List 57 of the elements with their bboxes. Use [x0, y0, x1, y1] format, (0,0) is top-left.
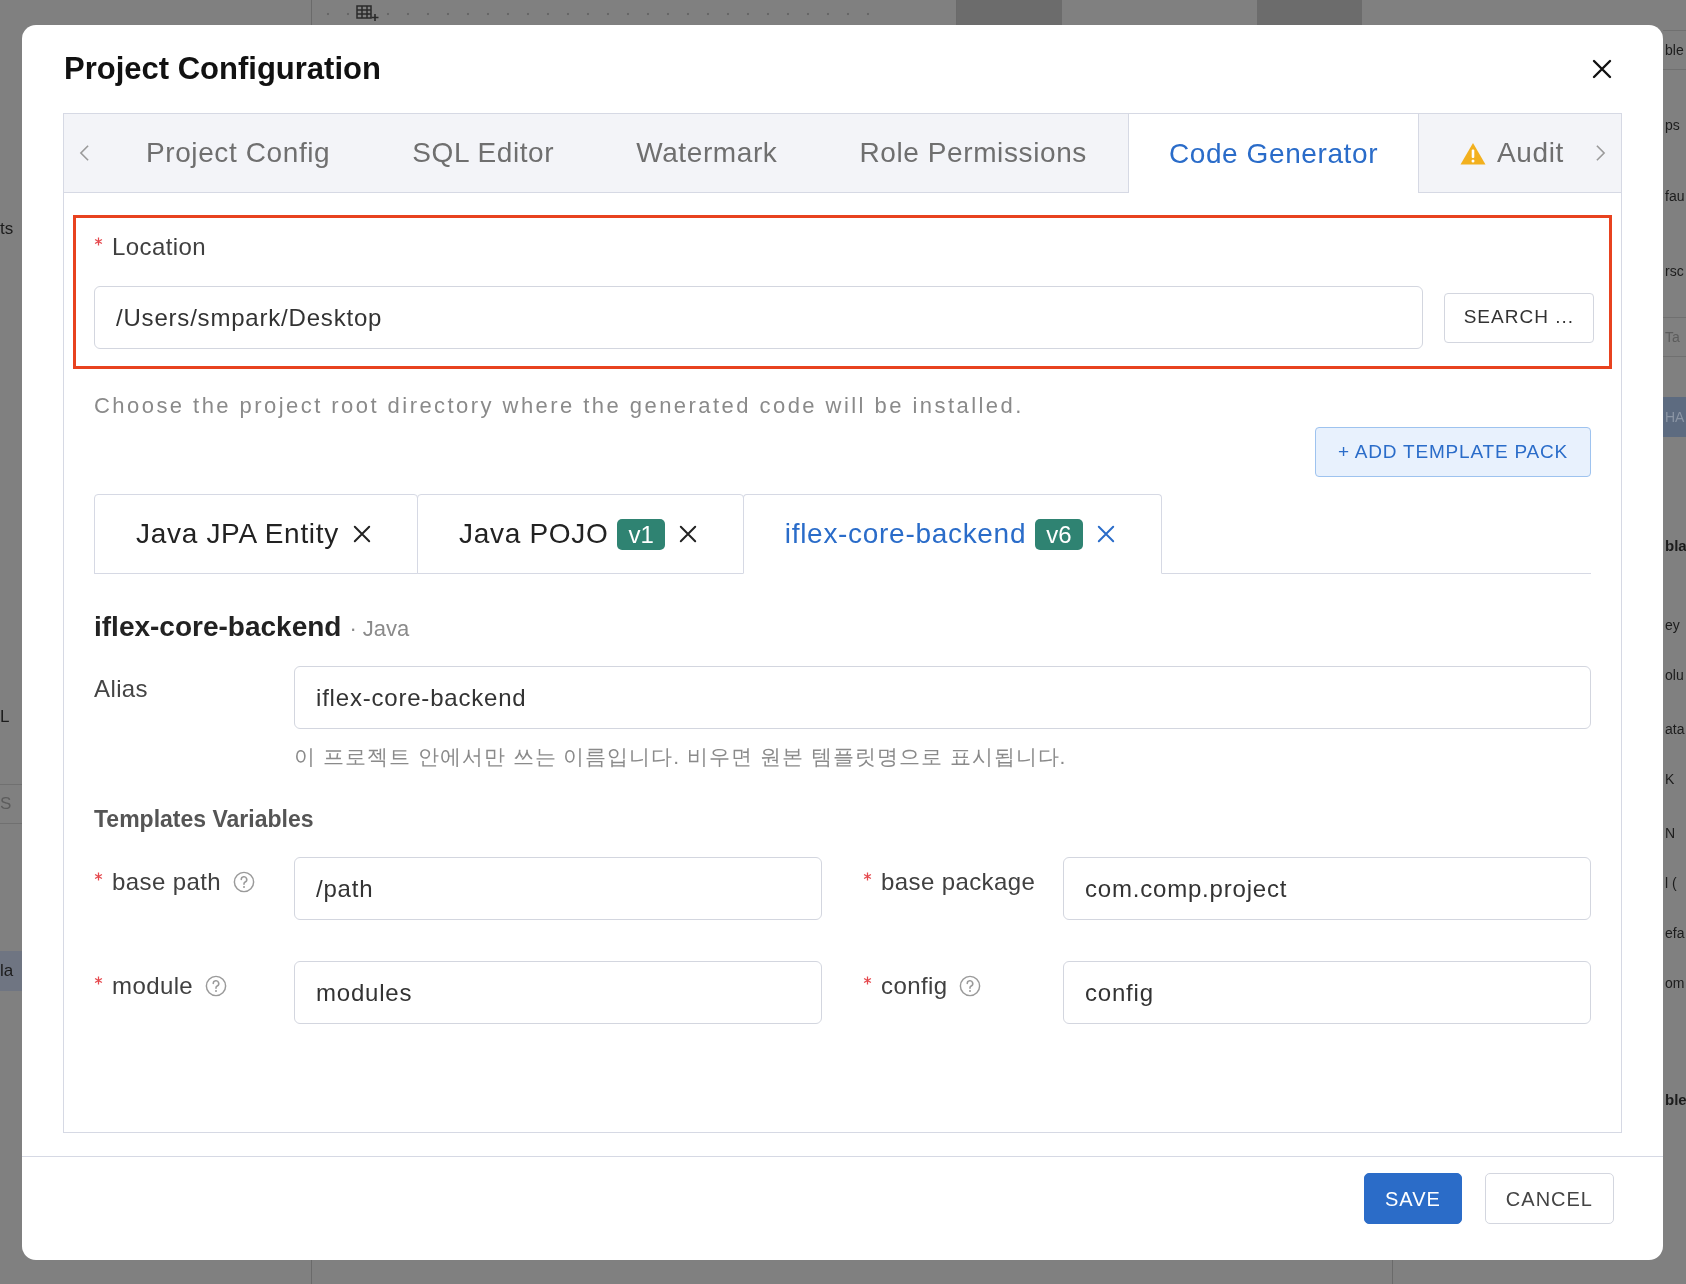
chevron-left-icon[interactable] [79, 144, 90, 162]
alias-field[interactable]: iflex-core-backend [294, 666, 1591, 729]
section-heading: ble [1664, 1089, 1686, 1110]
close-icon[interactable] [1592, 59, 1612, 79]
variable-field[interactable]: modules [294, 961, 822, 1024]
list-item[interactable]: la [0, 951, 22, 991]
help-icon[interactable] [959, 975, 982, 997]
tab[interactable]: SQL Editor [371, 114, 596, 193]
help-icon[interactable] [205, 975, 228, 997]
cancel-button[interactable]: CANCEL [1484, 1173, 1614, 1224]
field-label: module [112, 973, 194, 999]
panel-text: K [1664, 769, 1676, 789]
help-text: Choose the project root directory where the generated code will be installed. [94, 393, 1025, 419]
panel-text: L [0, 706, 11, 729]
variable-field[interactable]: com.comp.project [1063, 857, 1591, 920]
tab[interactable]: Role Permissions [818, 114, 1128, 193]
table-add-icon[interactable] [356, 4, 380, 21]
help-icon[interactable] [233, 871, 256, 893]
panel-text: ps [1664, 115, 1681, 135]
chevron-right-icon[interactable] [1595, 144, 1606, 162]
save-button[interactable]: SAVE [1364, 1173, 1462, 1224]
panel-text: ey [1664, 615, 1681, 635]
tab[interactable]: Project Config [105, 114, 372, 193]
version-badge: v6 [1035, 518, 1083, 550]
template-language: · Java [349, 616, 410, 641]
template-tab[interactable]: iflex-core-backend v6 [742, 494, 1162, 574]
panel-text: fau [1664, 186, 1686, 206]
panel-text: rsc [1664, 261, 1685, 281]
close-icon[interactable] [352, 525, 371, 543]
panel-text: ts [0, 218, 15, 241]
dialog-title: Project Configuration [64, 51, 381, 87]
variable-field[interactable]: config [1063, 961, 1591, 1024]
panel-text: om [1664, 973, 1686, 993]
panel-text: olu [1664, 665, 1685, 685]
field-label: base path [112, 869, 222, 895]
template-tab[interactable]: Java JPA Entity [94, 494, 418, 574]
field-label: config [881, 973, 948, 999]
tab[interactable]: Code Generator [1127, 114, 1420, 193]
tab[interactable]: Watermark [595, 114, 819, 193]
tab[interactable]: Audit [1419, 114, 1569, 193]
version-badge: v1 [617, 518, 665, 550]
field-label: Location [112, 234, 206, 260]
template-name: iflex-core-backend [94, 611, 342, 642]
close-icon[interactable] [678, 525, 697, 543]
add-template-button[interactable]: + ADD TEMPLATE PACK [1314, 427, 1591, 477]
location-field[interactable]: /Users/smpark/Desktop [94, 286, 1423, 349]
section-heading: bla [1664, 535, 1686, 556]
field-label: base package [881, 869, 1036, 895]
variable-field[interactable]: /path [294, 857, 822, 920]
panel-text: l ( [1664, 873, 1678, 893]
panel-text: efa [1664, 923, 1686, 943]
panel-text: ata [1664, 719, 1686, 739]
field-hint: 이 프로젝트 안에서만 쓰는 이름입니다. 비우면 원본 템플릿명으로 표시됩니다. [294, 744, 1068, 770]
search-button[interactable]: SEARCH ... [1443, 292, 1594, 343]
section-title: Templates Variables [94, 805, 315, 833]
field-label: Alias [94, 674, 150, 704]
panel-text: N [1664, 823, 1677, 843]
